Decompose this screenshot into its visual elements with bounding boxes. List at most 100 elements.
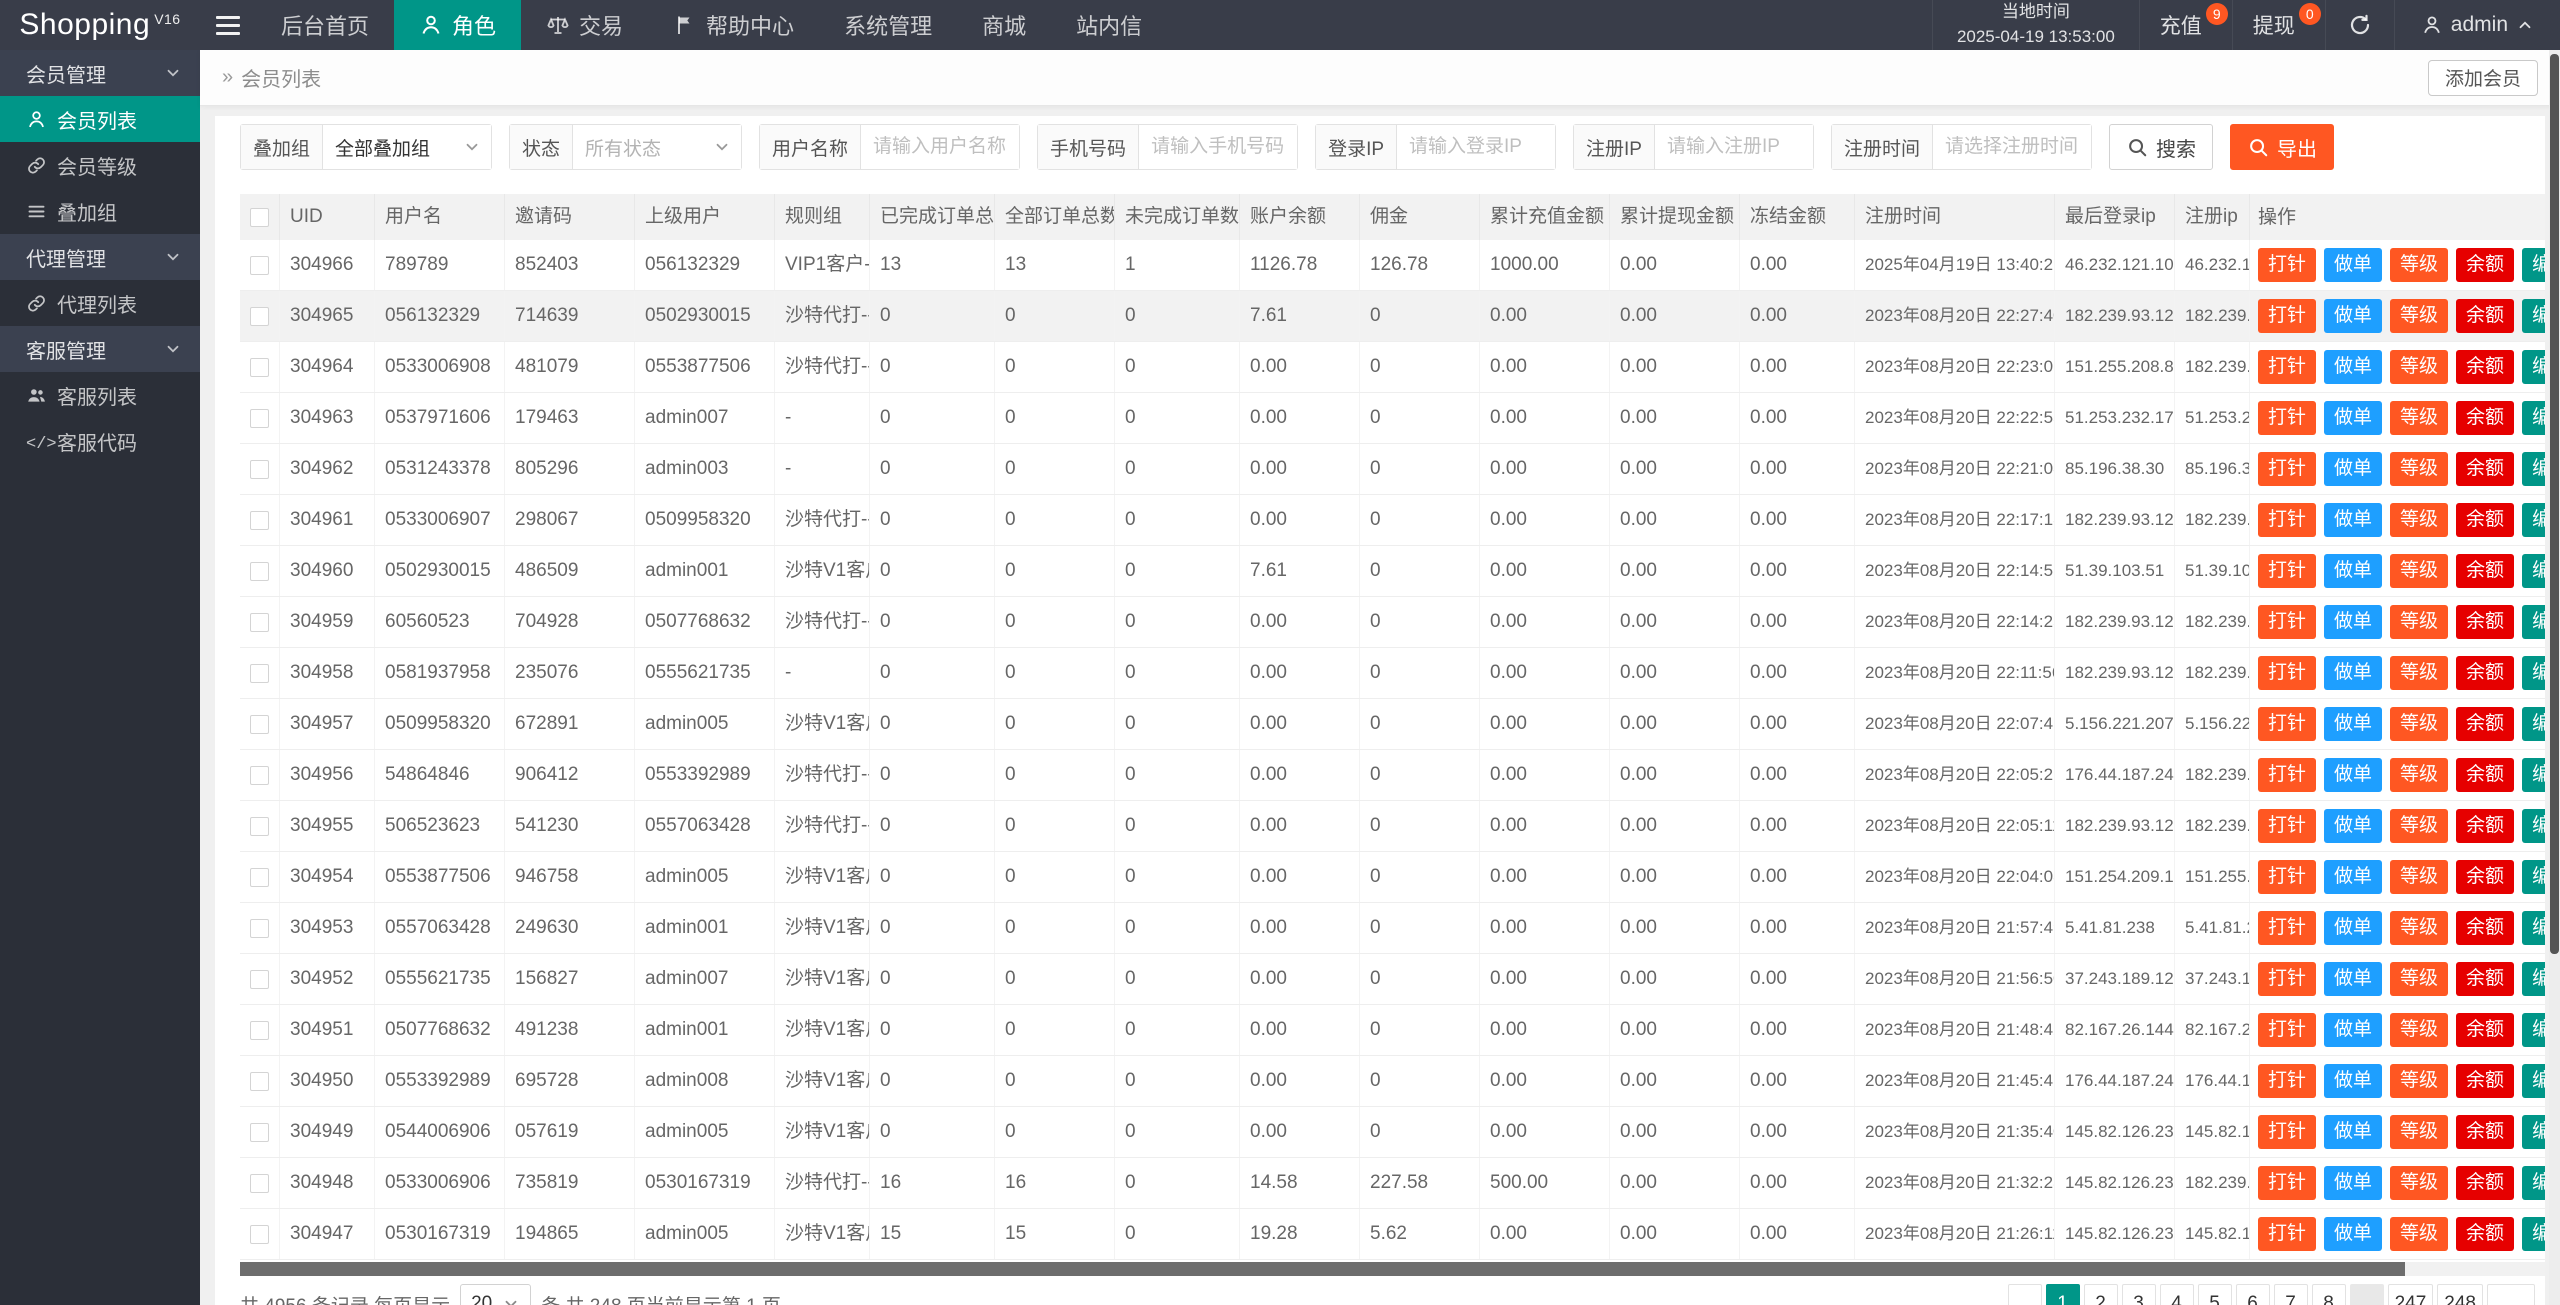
row-action-1[interactable]: 做单: [2324, 605, 2383, 639]
row-action-0[interactable]: 打针: [2258, 656, 2317, 690]
row-action-2[interactable]: 等级: [2390, 860, 2449, 894]
row-action-4[interactable]: 编辑: [2522, 299, 2545, 333]
row-action-2[interactable]: 等级: [2390, 809, 2449, 843]
row-action-3[interactable]: 余额: [2456, 809, 2515, 843]
row-action-1[interactable]: 做单: [2324, 452, 2383, 486]
row-action-4[interactable]: 编辑: [2522, 1064, 2545, 1098]
row-checkbox[interactable]: [250, 612, 269, 632]
row-action-0[interactable]: 打针: [2258, 452, 2317, 486]
sidebar-item-2-1[interactable]: </> 客服代码: [0, 418, 200, 464]
pagination-page-5[interactable]: 5: [2197, 1284, 2232, 1305]
pagination-page-4[interactable]: 4: [2159, 1284, 2194, 1305]
add-member-button[interactable]: 添加会员: [2427, 59, 2538, 96]
row-action-4[interactable]: 编辑: [2522, 554, 2545, 588]
row-action-2[interactable]: 等级: [2390, 1115, 2449, 1149]
row-action-0[interactable]: 打针: [2258, 1217, 2317, 1251]
row-action-2[interactable]: 等级: [2390, 605, 2449, 639]
row-action-3[interactable]: 余额: [2456, 758, 2515, 792]
row-action-2[interactable]: 等级: [2390, 707, 2449, 741]
row-action-2[interactable]: 等级: [2390, 452, 2449, 486]
row-action-1[interactable]: 做单: [2324, 1013, 2383, 1047]
row-action-0[interactable]: 打针: [2258, 248, 2317, 282]
row-action-1[interactable]: 做单: [2324, 809, 2383, 843]
row-action-2[interactable]: 等级: [2390, 1166, 2449, 1200]
row-action-4[interactable]: 编辑: [2522, 860, 2545, 894]
row-action-1[interactable]: 做单: [2324, 554, 2383, 588]
topnav-item-6[interactable]: 站内信: [1051, 0, 1167, 50]
row-checkbox[interactable]: [250, 561, 269, 581]
row-checkbox[interactable]: [250, 918, 269, 938]
pagination-page-6[interactable]: 6: [2235, 1284, 2270, 1305]
row-action-0[interactable]: 打针: [2258, 911, 2317, 945]
pagination-next-button[interactable]: [2487, 1284, 2535, 1305]
withdraw-button[interactable]: 提现 0: [2231, 0, 2325, 50]
filter-input-2[interactable]: [861, 125, 1020, 169]
topnav-item-4[interactable]: 系统管理: [819, 0, 957, 50]
row-action-2[interactable]: 等级: [2390, 656, 2449, 690]
row-action-4[interactable]: 编辑: [2522, 605, 2545, 639]
row-action-3[interactable]: 余额: [2456, 1166, 2515, 1200]
row-action-4[interactable]: 编辑: [2522, 1115, 2545, 1149]
user-menu[interactable]: admin: [2393, 0, 2560, 50]
row-action-4[interactable]: 编辑: [2522, 707, 2545, 741]
row-checkbox[interactable]: [250, 765, 269, 785]
row-action-2[interactable]: 等级: [2390, 758, 2449, 792]
row-action-4[interactable]: 编辑: [2522, 1013, 2545, 1047]
row-action-1[interactable]: 做单: [2324, 1166, 2383, 1200]
pagination-page-248[interactable]: 248: [2437, 1284, 2483, 1305]
row-action-0[interactable]: 打针: [2258, 503, 2317, 537]
row-action-1[interactable]: 做单: [2324, 656, 2383, 690]
row-checkbox[interactable]: [250, 867, 269, 887]
row-checkbox[interactable]: [250, 663, 269, 683]
topnav-item-5[interactable]: 商城: [957, 0, 1051, 50]
row-checkbox[interactable]: [250, 1173, 269, 1193]
filter-input-3[interactable]: [1139, 125, 1298, 169]
sidebar-group-2[interactable]: 客服管理: [0, 326, 200, 372]
row-action-1[interactable]: 做单: [2324, 350, 2383, 384]
pagination-page-247[interactable]: 247: [2387, 1284, 2434, 1305]
row-action-3[interactable]: 余额: [2456, 350, 2515, 384]
row-action-2[interactable]: 等级: [2390, 503, 2449, 537]
per-page-select[interactable]: 20: [460, 1284, 532, 1305]
row-action-4[interactable]: 编辑: [2522, 452, 2545, 486]
row-action-0[interactable]: 打针: [2258, 1115, 2317, 1149]
row-action-4[interactable]: 编辑: [2522, 911, 2545, 945]
row-action-1[interactable]: 做单: [2324, 758, 2383, 792]
row-action-1[interactable]: 做单: [2324, 962, 2383, 996]
row-checkbox[interactable]: [250, 255, 269, 275]
row-action-2[interactable]: 等级: [2390, 350, 2449, 384]
sidebar-item-0-1[interactable]: 会员等级: [0, 142, 200, 188]
row-action-0[interactable]: 打针: [2258, 707, 2317, 741]
horizontal-scrollbar-thumb[interactable]: [240, 1262, 2405, 1276]
row-checkbox[interactable]: [250, 510, 269, 530]
refresh-icon[interactable]: [2324, 0, 2394, 50]
row-action-3[interactable]: 余额: [2456, 656, 2515, 690]
row-action-3[interactable]: 余额: [2456, 452, 2515, 486]
row-action-0[interactable]: 打针: [2258, 1013, 2317, 1047]
row-action-2[interactable]: 等级: [2390, 299, 2449, 333]
filter-input-6[interactable]: [1932, 125, 2091, 169]
row-action-2[interactable]: 等级: [2390, 911, 2449, 945]
filter-select-1[interactable]: 所有状态: [573, 125, 742, 169]
row-checkbox[interactable]: [250, 969, 269, 989]
sidebar-item-0-0[interactable]: 会员列表: [0, 96, 200, 142]
filter-input-4[interactable]: [1397, 125, 1556, 169]
row-checkbox[interactable]: [250, 714, 269, 734]
row-checkbox[interactable]: [250, 1020, 269, 1040]
pagination-page-2[interactable]: 2: [2083, 1284, 2118, 1305]
row-action-4[interactable]: 编辑: [2522, 1166, 2545, 1200]
row-action-3[interactable]: 余额: [2456, 1115, 2515, 1149]
row-action-0[interactable]: 打针: [2258, 554, 2317, 588]
row-action-4[interactable]: 编辑: [2522, 350, 2545, 384]
row-action-0[interactable]: 打针: [2258, 962, 2317, 996]
row-action-0[interactable]: 打针: [2258, 1064, 2317, 1098]
row-action-2[interactable]: 等级: [2390, 962, 2449, 996]
pagination-page-8[interactable]: 8: [2311, 1284, 2346, 1305]
row-action-3[interactable]: 余额: [2456, 1217, 2515, 1251]
row-action-2[interactable]: 等级: [2390, 1064, 2449, 1098]
topnav-item-3[interactable]: 帮助中心: [648, 0, 819, 50]
recharge-button[interactable]: 充值 9: [2138, 0, 2232, 50]
row-action-3[interactable]: 余额: [2456, 962, 2515, 996]
sidebar-group-1[interactable]: 代理管理: [0, 234, 200, 280]
row-action-3[interactable]: 余额: [2456, 605, 2515, 639]
